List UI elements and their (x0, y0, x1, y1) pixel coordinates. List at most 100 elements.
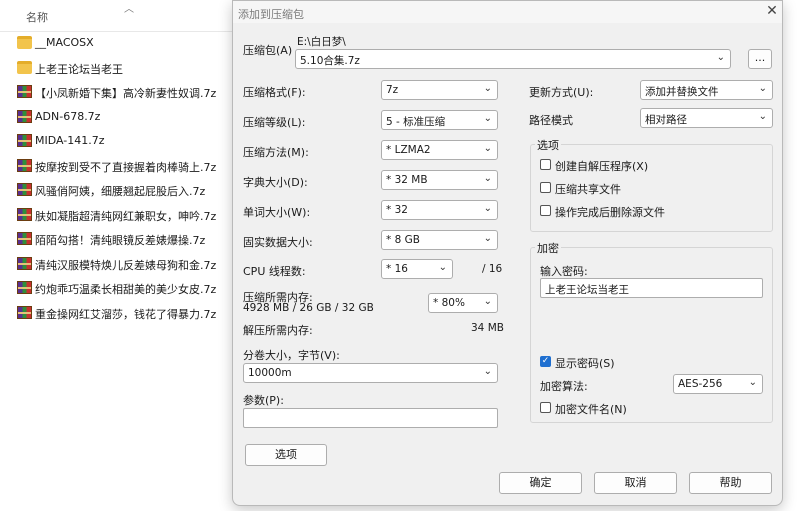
options-group-title: 选项 (535, 137, 561, 153)
chevron-down-icon[interactable]: ⌄ (484, 113, 492, 124)
password-value: 上老王论坛当老王 (545, 284, 629, 296)
file-row[interactable]: 按摩按到受不了直接握着肉棒骑上.7z (0, 154, 232, 178)
chevron-down-icon[interactable]: ⌄ (749, 377, 757, 388)
password-input[interactable]: 上老王论坛当老王 (540, 278, 763, 298)
threads-max: / 16 (482, 263, 503, 275)
file-explorer: 名称 ︿ __MACOSX 上老王论坛当老王【小凤新婚下集】高冷新妻性奴调.7z A… (0, 0, 232, 511)
params-input[interactable] (243, 408, 498, 428)
help-button[interactable]: 帮助 (689, 472, 772, 494)
rar-archive-icon (17, 305, 32, 319)
format-value: 7z (386, 84, 399, 96)
dict-label: 字典大小(D): (243, 176, 308, 189)
chevron-down-icon[interactable]: ⌄ (439, 262, 447, 273)
sfx-label[interactable]: 创建自解压程序(X) (555, 158, 648, 174)
file-row[interactable]: 肤如凝脂超清纯网红兼职女，呻吟.7z (0, 203, 232, 227)
file-row[interactable]: 陌陌勾搭！清纯眼镜反差婊爆操.7z (0, 227, 232, 251)
level-combo[interactable]: 5 - 标准压缩 ⌄ (381, 110, 498, 130)
file-row[interactable]: 约炮乖巧温柔长相甜美的美少女皮.7z (0, 276, 232, 300)
archive-filename-value: 5.10合集.7z (300, 55, 360, 67)
add-to-archive-dialog: 添加到压缩包 ✕ 压缩包(A) E:\白日梦\ 5.10合集.7z ⌄ ... … (232, 0, 783, 506)
sfx-checkbox[interactable] (540, 159, 551, 170)
update-combo[interactable]: 添加并替换文件 ⌄ (640, 80, 773, 100)
threads-label: CPU 线程数: (243, 265, 306, 278)
encryption-group-title: 加密 (535, 240, 561, 256)
file-row[interactable]: 重金操网红艾溜莎，钱花了得暴力.7z (0, 301, 232, 325)
encrypt-names-label[interactable]: 加密文件名(N) (555, 401, 627, 417)
word-combo[interactable]: * 32 ⌄ (381, 200, 498, 220)
decomp-label: 解压所需内存: (243, 324, 313, 337)
file-name: 重金操网红艾溜莎，钱花了得暴力.7z (35, 307, 217, 321)
column-header[interactable]: 名称 ︿ (0, 0, 232, 32)
format-label: 压缩格式(F): (243, 86, 306, 99)
decomp-value: 34 MB (471, 322, 504, 334)
chevron-down-icon[interactable]: ⌄ (484, 173, 492, 184)
method-label: 压缩方法(M): (243, 146, 309, 159)
chevron-down-icon[interactable]: ⌄ (484, 83, 492, 94)
rar-archive-icon (17, 256, 32, 270)
shared-checkbox[interactable] (540, 182, 551, 193)
solid-value: * 8 GB (386, 234, 420, 246)
word-value: * 32 (386, 204, 408, 216)
chevron-down-icon[interactable]: ⌄ (484, 233, 492, 244)
rar-archive-icon (17, 134, 32, 147)
column-name-label: 名称 (26, 11, 48, 24)
algo-combo[interactable]: AES-256 ⌄ (673, 374, 763, 394)
file-row[interactable]: 【小凤新婚下集】高冷新妻性奴调.7z (0, 80, 232, 104)
delete-source-label[interactable]: 操作完成后删除源文件 (555, 204, 665, 220)
chevron-down-icon[interactable]: ⌄ (717, 52, 725, 63)
file-row[interactable]: 上老王论坛当老王 (0, 56, 232, 80)
sort-chevron-up-icon[interactable]: ︿ (124, 0, 134, 15)
file-row[interactable]: ADN-678.7z (0, 105, 232, 129)
file-row[interactable]: 清纯汉服模特焕儿反差婊母狗和金.7z (0, 252, 232, 276)
mem-percent-combo[interactable]: * 80% ⌄ (428, 293, 498, 313)
format-combo[interactable]: 7z ⌄ (381, 80, 498, 100)
file-row[interactable]: MIDA-141.7z (0, 129, 232, 153)
split-combo[interactable]: 10000m ⌄ (243, 363, 498, 383)
rar-archive-icon (17, 281, 32, 294)
file-name: 约炮乖巧温柔长相甜美的美少女皮.7z (35, 283, 217, 296)
password-label: 输入密码: (540, 265, 588, 278)
archive-filename-combo[interactable]: 5.10合集.7z ⌄ (295, 49, 731, 69)
params-label: 参数(P): (243, 394, 284, 407)
chevron-down-icon[interactable]: ⌄ (484, 143, 492, 154)
method-combo[interactable]: * LZMA2 ⌄ (381, 140, 498, 160)
path-mode-combo[interactable]: 相对路径 ⌄ (640, 108, 773, 128)
dialog-titlebar[interactable]: 添加到压缩包 ✕ (233, 1, 782, 23)
chevron-down-icon[interactable]: ⌄ (484, 366, 492, 377)
folder-icon (17, 60, 32, 74)
archive-label: 压缩包(A) (243, 44, 293, 57)
delete-source-checkbox[interactable] (540, 205, 551, 216)
close-icon[interactable]: ✕ (764, 3, 780, 19)
file-name: 上老王论坛当老王 (35, 62, 123, 76)
path-mode-value: 相对路径 (645, 114, 687, 126)
solid-combo[interactable]: * 8 GB ⌄ (381, 230, 498, 250)
file-name: 清纯汉服模特焕儿反差婊母狗和金.7z (35, 258, 217, 272)
shared-label[interactable]: 压缩共享文件 (555, 181, 621, 197)
cancel-button[interactable]: 取消 (594, 472, 677, 494)
rar-archive-icon (17, 158, 32, 172)
chevron-down-icon[interactable]: ⌄ (484, 296, 492, 307)
split-label: 分卷大小，字节(V): (243, 349, 340, 362)
rar-archive-icon (17, 109, 32, 123)
file-name: __MACOSX (35, 36, 94, 49)
level-label: 压缩等级(L): (243, 116, 306, 129)
ok-button[interactable]: 确定 (499, 472, 582, 494)
browse-button[interactable]: ... (748, 49, 772, 69)
chevron-down-icon[interactable]: ⌄ (759, 111, 767, 122)
encrypt-names-checkbox[interactable] (540, 402, 551, 413)
update-value: 添加并替换文件 (645, 86, 719, 98)
chevron-down-icon[interactable]: ⌄ (759, 83, 767, 94)
file-row[interactable]: 风骚俏阿姨，细腰翘起屁股后入.7z (0, 178, 232, 202)
threads-combo[interactable]: * 16 ⌄ (381, 259, 453, 279)
dict-combo[interactable]: * 32 MB ⌄ (381, 170, 498, 190)
file-row[interactable]: __MACOSX (0, 31, 232, 55)
options-button[interactable]: 选项 (245, 444, 327, 466)
file-name: 肤如凝脂超清纯网红兼职女，呻吟.7z (35, 209, 217, 223)
rar-archive-icon (17, 85, 32, 98)
update-label: 更新方式(U): (529, 86, 594, 99)
rar-archive-icon (17, 183, 32, 196)
show-password-label[interactable]: 显示密码(S) (555, 355, 615, 371)
show-password-checkbox[interactable]: ✓ (540, 356, 551, 367)
rar-archive-icon (17, 207, 32, 221)
chevron-down-icon[interactable]: ⌄ (484, 203, 492, 214)
